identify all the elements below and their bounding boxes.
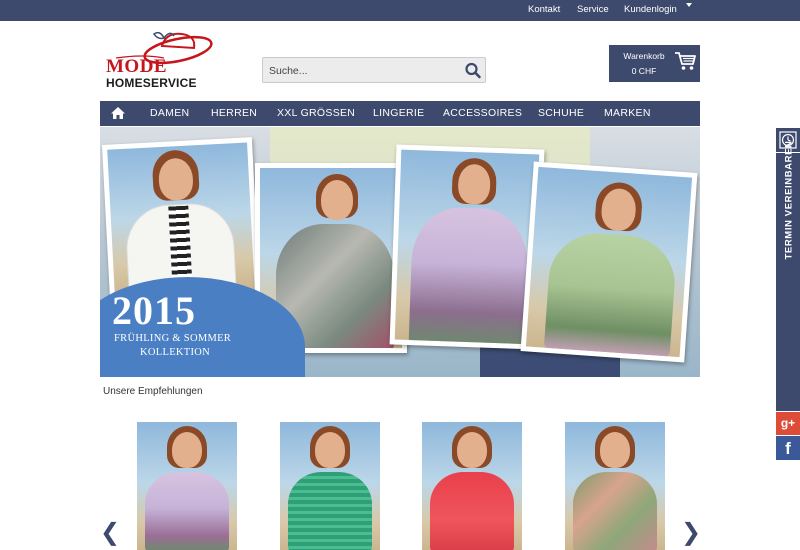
appointment-button[interactable]: TERMIN VEREINBAREN xyxy=(776,140,800,411)
cart-amount: 0 CHF xyxy=(631,66,657,76)
top-bar: Kontakt Service Kundenlogin xyxy=(0,0,800,21)
site-logo[interactable]: MODE HOMESERVICE xyxy=(104,28,216,90)
cart-label: Warenkorb xyxy=(623,51,665,61)
hero-photo-4 xyxy=(520,161,698,363)
search-icon[interactable] xyxy=(463,61,483,80)
search-input[interactable] xyxy=(269,62,459,79)
product-card-2[interactable] xyxy=(280,422,380,550)
carousel-prev-button[interactable]: ❮ xyxy=(100,518,120,547)
home-icon[interactable] xyxy=(110,106,126,120)
product-card-3[interactable] xyxy=(422,422,522,550)
carousel-next-button[interactable]: ❯ xyxy=(681,518,701,547)
facebook-icon[interactable]: f xyxy=(776,436,800,460)
service-link[interactable]: Service xyxy=(577,4,609,15)
logo-homeservice-text: HOMESERVICE xyxy=(106,76,197,90)
hero-photo-3 xyxy=(389,144,545,350)
recommendations-title: Unsere Empfehlungen xyxy=(103,386,203,397)
collection-season: FRÜHLING & SOMMER xyxy=(114,333,232,344)
appointment-label: TERMIN VEREINBAREN xyxy=(783,140,795,260)
cart-button[interactable]: Warenkorb 0 CHF xyxy=(609,45,700,82)
logo-mode-text: MODE xyxy=(106,56,168,77)
cart-icon xyxy=(674,51,696,71)
customer-login-link[interactable]: Kundenlogin xyxy=(624,4,677,15)
contact-link[interactable]: Kontakt xyxy=(528,4,560,15)
nav-item-marken[interactable]: MARKEN xyxy=(604,107,651,119)
collection-label: KOLLEKTION xyxy=(140,347,211,358)
product-card-1[interactable] xyxy=(137,422,237,550)
nav-item-herren[interactable]: HERREN xyxy=(211,107,257,119)
google-plus-icon[interactable]: g+ xyxy=(776,412,800,435)
main-navigation: DAMEN HERREN XXL GRÖSSEN LINGERIE ACCESS… xyxy=(100,101,700,126)
hero-banner[interactable]: 2015 FRÜHLING & SOMMER KOLLEKTION xyxy=(100,127,700,377)
nav-item-accessoires[interactable]: ACCESSOIRES xyxy=(443,107,522,119)
nav-item-damen[interactable]: DAMEN xyxy=(150,107,189,119)
chevron-down-icon[interactable] xyxy=(686,3,692,7)
search-box xyxy=(262,57,486,83)
nav-item-lingerie[interactable]: LINGERIE xyxy=(373,107,424,119)
product-card-4[interactable] xyxy=(565,422,665,550)
collection-year: 2015 xyxy=(112,288,196,333)
nav-item-xxl-groessen[interactable]: XXL GRÖSSEN xyxy=(277,107,355,119)
nav-item-schuhe[interactable]: SCHUHE xyxy=(538,107,584,119)
